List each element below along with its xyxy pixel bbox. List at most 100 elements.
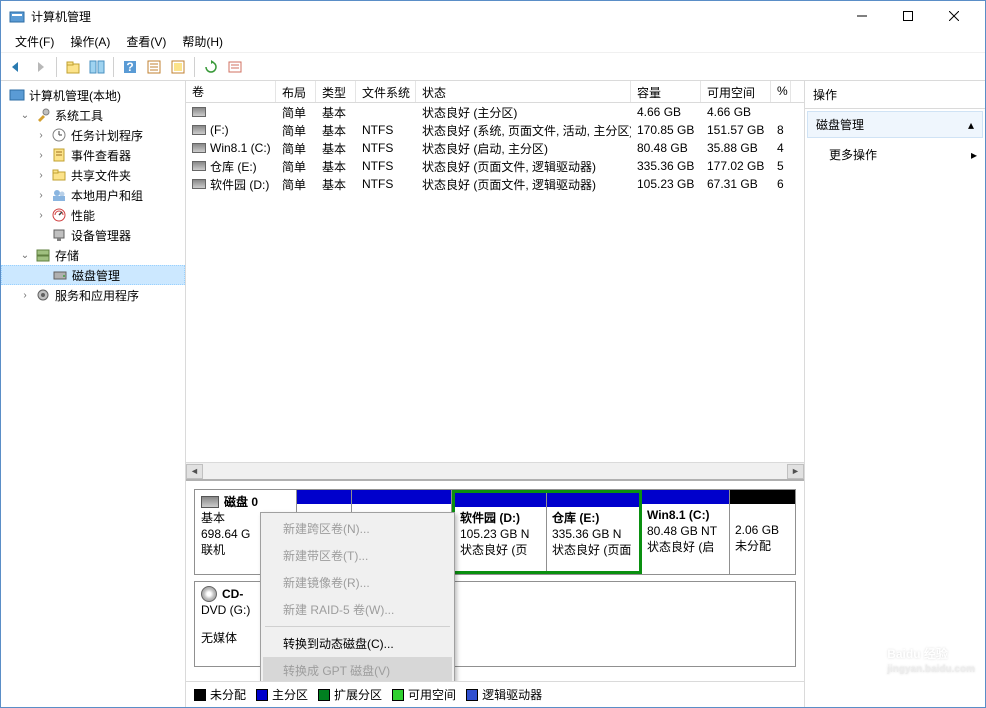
tree-systools-label: 系统工具 [55,107,103,124]
tree-perf-label: 性能 [71,207,95,224]
expand-icon[interactable]: › [35,190,47,201]
volume-filler [186,193,804,462]
context-menu: 新建跨区卷(N)... 新建带区卷(T)... 新建镜像卷(R)... 新建 R… [260,512,455,681]
actions-section[interactable]: 磁盘管理 ▴ [807,111,983,138]
cm-separator [265,626,450,627]
expand-icon[interactable]: › [35,150,47,161]
menu-help[interactable]: 帮助(H) [174,31,231,52]
volume-row[interactable]: 仓库 (E:)简单基本NTFS状态良好 (页面文件, 逻辑驱动器)335.36 … [186,157,804,175]
tree-users-label: 本地用户和组 [71,187,143,204]
actions-panel: 操作 磁盘管理 ▴ 更多操作 ▸ [805,81,985,707]
svg-text:?: ? [126,60,133,74]
close-button[interactable] [931,1,977,31]
back-button[interactable] [5,56,27,78]
tree-devmgr[interactable]: 设备管理器 [1,225,185,245]
forward-button[interactable] [29,56,51,78]
tree-shared-label: 共享文件夹 [71,167,131,184]
window-title: 计算机管理 [31,8,839,25]
tree-perf[interactable]: › 性能 [1,205,185,225]
event-icon [51,147,67,163]
volume-row[interactable]: Win8.1 (C:)简单基本NTFS状态良好 (启动, 主分区)80.48 G… [186,139,804,157]
help-icon[interactable]: ? [119,56,141,78]
refresh-button[interactable] [200,56,222,78]
collapse-icon[interactable]: ⌄ [19,110,31,121]
app-icon [9,8,25,24]
cm-mirror: 新建镜像卷(R)... [263,569,452,596]
legend-freespace: 可用空间 [392,686,456,703]
expand-icon[interactable]: › [35,130,47,141]
col-type[interactable]: 类型 [316,81,356,102]
tree-scheduler-label: 任务计划程序 [71,127,143,144]
scroll-right-button[interactable]: ► [787,464,804,479]
partition-c[interactable]: Win8.1 (C:)80.48 GB NT状态良好 (启 [642,490,730,574]
maximize-button[interactable] [885,1,931,31]
menu-file[interactable]: 文件(F) [7,31,62,52]
users-icon [51,187,67,203]
menu-view[interactable]: 查看(V) [118,31,174,52]
hscrollbar[interactable]: ◄ ► [186,462,804,479]
tree-services[interactable]: › 服务和应用程序 [1,285,185,305]
tree-systools[interactable]: ⌄ 系统工具 [1,105,185,125]
services-icon [35,287,51,303]
storage-icon [35,247,51,263]
actions-more[interactable]: 更多操作 ▸ [805,140,985,169]
col-fs[interactable]: 文件系统 [356,81,416,102]
partition-unalloc[interactable]: 2.06 GB未分配 [730,490,795,574]
tools-icon [35,107,51,123]
expand-icon[interactable]: › [35,210,47,221]
partition-e[interactable]: 仓库 (E:)335.36 GB N状态良好 (页面 [547,493,639,571]
volume-rows[interactable]: 简单基本状态良好 (主分区)4.66 GB4.66 GB(F:)简单基本NTFS… [186,103,804,193]
actions-more-label: 更多操作 [829,146,877,163]
col-volume[interactable]: 卷 [186,81,276,102]
volume-list-area: 卷 布局 类型 文件系统 状态 容量 可用空间 % 简单基本状态良好 (主分区)… [186,81,804,479]
legend-logical: 逻辑驱动器 [466,686,542,703]
settings-button[interactable] [167,56,189,78]
col-status[interactable]: 状态 [416,81,631,102]
collapse-icon[interactable]: ▴ [968,118,974,132]
tree-users[interactable]: › 本地用户和组 [1,185,185,205]
tree-root[interactable]: 计算机管理(本地) [1,85,185,105]
disk-graphic-area: 磁盘 0 基本 698.64 G 联机 软件园 (D:)105.23 GB N状… [186,479,804,681]
details-button[interactable] [143,56,165,78]
selected-partitions: 软件园 (D:)105.23 GB N状态良好 (页 仓库 (E:)335.36… [452,490,642,574]
collapse-icon[interactable]: ⌄ [19,250,31,261]
tree-scheduler[interactable]: › 任务计划程序 [1,125,185,145]
tree-eventviewer-label: 事件查看器 [71,147,131,164]
legend: 未分配 主分区 扩展分区 可用空间 逻辑驱动器 [186,681,804,707]
minimize-button[interactable] [839,1,885,31]
tree-storage[interactable]: ⌄ 存储 [1,245,185,265]
expand-icon[interactable]: › [19,290,31,301]
disk-icon [52,267,68,283]
menubar: 文件(F) 操作(A) 查看(V) 帮助(H) [1,31,985,53]
tree-devmgr-label: 设备管理器 [71,227,131,244]
partition-d[interactable]: 软件园 (D:)105.23 GB N状态良好 (页 [455,493,547,571]
list-button[interactable] [224,56,246,78]
cm-stripe: 新建带区卷(T)... [263,542,452,569]
volume-row[interactable]: (F:)简单基本NTFS状态良好 (系统, 页面文件, 活动, 主分区)170.… [186,121,804,139]
tree-diskmgmt[interactable]: 磁盘管理 [1,265,185,285]
tree-eventviewer[interactable]: › 事件查看器 [1,145,185,165]
show-hide-button[interactable] [86,56,108,78]
up-button[interactable] [62,56,84,78]
volume-row[interactable]: 软件园 (D:)简单基本NTFS状态良好 (页面文件, 逻辑驱动器)105.23… [186,175,804,193]
col-free[interactable]: 可用空间 [701,81,771,102]
center-panel: 卷 布局 类型 文件系统 状态 容量 可用空间 % 简单基本状态良好 (主分区)… [186,81,805,707]
cm-raid5: 新建 RAID-5 卷(W)... [263,596,452,623]
device-icon [51,227,67,243]
expand-icon[interactable]: › [35,170,47,181]
scroll-left-button[interactable]: ◄ [186,464,203,479]
volume-row[interactable]: 简单基本状态良好 (主分区)4.66 GB4.66 GB [186,103,804,121]
menu-action[interactable]: 操作(A) [62,31,118,52]
col-capacity[interactable]: 容量 [631,81,701,102]
tree-services-label: 服务和应用程序 [55,287,139,304]
legend-extended: 扩展分区 [318,686,382,703]
col-pct[interactable]: % [771,81,791,102]
col-layout[interactable]: 布局 [276,81,316,102]
tree-panel[interactable]: 计算机管理(本地) ⌄ 系统工具 › 任务计划程序 › 事件查看器 › 共享文件… [1,81,186,707]
folder-icon [51,167,67,183]
actions-header: 操作 [805,81,985,109]
titlebar: 计算机管理 [1,1,985,31]
actions-section-label: 磁盘管理 [816,116,864,133]
cm-dynamic[interactable]: 转换到动态磁盘(C)... [263,630,452,657]
tree-shared[interactable]: › 共享文件夹 [1,165,185,185]
